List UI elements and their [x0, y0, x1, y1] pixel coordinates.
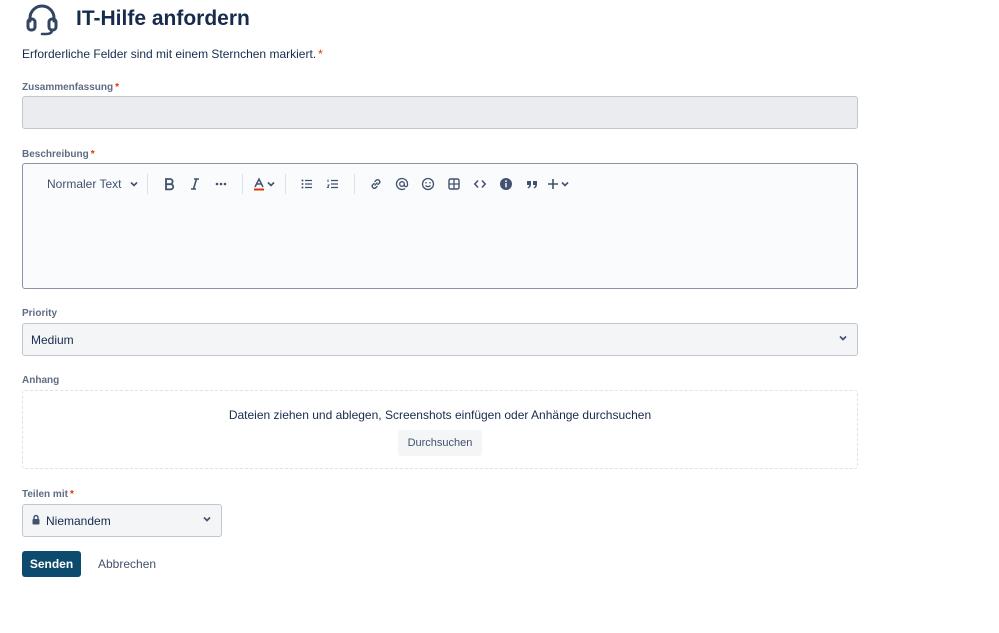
chevron-down-icon	[201, 513, 213, 528]
italic-icon	[188, 177, 202, 191]
numbered-list-icon	[326, 177, 340, 191]
summary-required-asterisk: *	[115, 82, 120, 93]
bullet-list-icon	[300, 177, 314, 191]
quote-icon	[525, 177, 539, 191]
priority-select[interactable]: Medium	[22, 323, 858, 356]
numbered-list-button[interactable]	[320, 170, 346, 198]
priority-value: Medium	[31, 332, 74, 347]
priority-label: Priority	[22, 308, 58, 319]
description-label-text: Beschreibung	[22, 149, 89, 160]
table-button[interactable]	[441, 170, 467, 198]
required-asterisk: *	[318, 47, 323, 61]
mention-icon	[395, 177, 409, 191]
cancel-button[interactable]: Abbrechen	[90, 551, 164, 577]
quote-button[interactable]	[519, 170, 545, 198]
info-panel-button[interactable]	[493, 170, 519, 198]
attachment-dropzone[interactable]: Dateien ziehen und ablegen, Screenshots …	[22, 390, 858, 469]
code-icon	[473, 177, 487, 191]
emoji-icon	[421, 177, 435, 191]
info-panel-icon	[499, 177, 513, 191]
share-value-group: Niemandem	[31, 514, 111, 528]
description-label: Beschreibung *	[22, 149, 95, 160]
headset-icon	[22, 1, 62, 37]
text-color-icon	[252, 177, 266, 191]
more-formatting-button[interactable]	[208, 170, 234, 198]
editor-toolbar: Normaler Text	[23, 164, 857, 204]
link-button[interactable]	[363, 170, 389, 198]
chevron-down-icon	[266, 179, 276, 189]
table-icon	[447, 177, 461, 191]
summary-label-text: Zusammenfassung	[22, 82, 114, 93]
chevron-down-icon	[129, 179, 139, 189]
share-label: Teilen mit *	[22, 489, 74, 500]
page-header: IT-Hilfe anfordern	[22, 0, 250, 38]
submit-button[interactable]: Senden	[22, 551, 81, 577]
bold-icon	[162, 177, 176, 191]
link-icon	[369, 177, 383, 191]
text-style-dropdown[interactable]: Normaler Text	[39, 170, 139, 198]
bold-button[interactable]	[156, 170, 182, 198]
toolbar-divider	[354, 174, 356, 194]
required-note-text: Erforderliche Felder sind mit einem Ster…	[22, 47, 317, 61]
chevron-down-icon	[560, 179, 570, 189]
mention-button[interactable]	[389, 170, 415, 198]
more-formatting-icon	[214, 177, 228, 191]
share-required-asterisk: *	[69, 489, 74, 500]
text-color-button[interactable]	[251, 170, 277, 198]
browse-button[interactable]: Durchsuchen	[397, 430, 483, 456]
toolbar-divider	[147, 174, 149, 194]
description-editor[interactable]: Normaler Text	[22, 163, 858, 289]
attachment-label: Anhang	[22, 375, 60, 386]
lock-icon	[31, 514, 41, 528]
dropzone-text: Dateien ziehen und ablegen, Screenshots …	[228, 408, 652, 422]
share-label-text: Teilen mit	[22, 489, 68, 500]
summary-label: Zusammenfassung *	[22, 82, 119, 93]
bullet-list-button[interactable]	[294, 170, 320, 198]
code-button[interactable]	[467, 170, 493, 198]
italic-button[interactable]	[182, 170, 208, 198]
share-select[interactable]: Niemandem	[22, 504, 222, 537]
description-required-asterisk: *	[90, 149, 95, 160]
chevron-down-icon	[837, 332, 849, 347]
summary-input[interactable]	[22, 96, 858, 129]
share-value: Niemandem	[46, 513, 111, 528]
toolbar-divider	[242, 174, 244, 194]
insert-plus-icon	[546, 177, 560, 191]
text-style-label: Normaler Text	[47, 177, 122, 191]
insert-plus-button[interactable]	[545, 170, 571, 198]
toolbar-divider	[285, 174, 287, 194]
emoji-button[interactable]	[415, 170, 441, 198]
required-fields-note: Erforderliche Felder sind mit einem Ster…	[22, 47, 323, 61]
page-title: IT-Hilfe anfordern	[76, 7, 250, 30]
